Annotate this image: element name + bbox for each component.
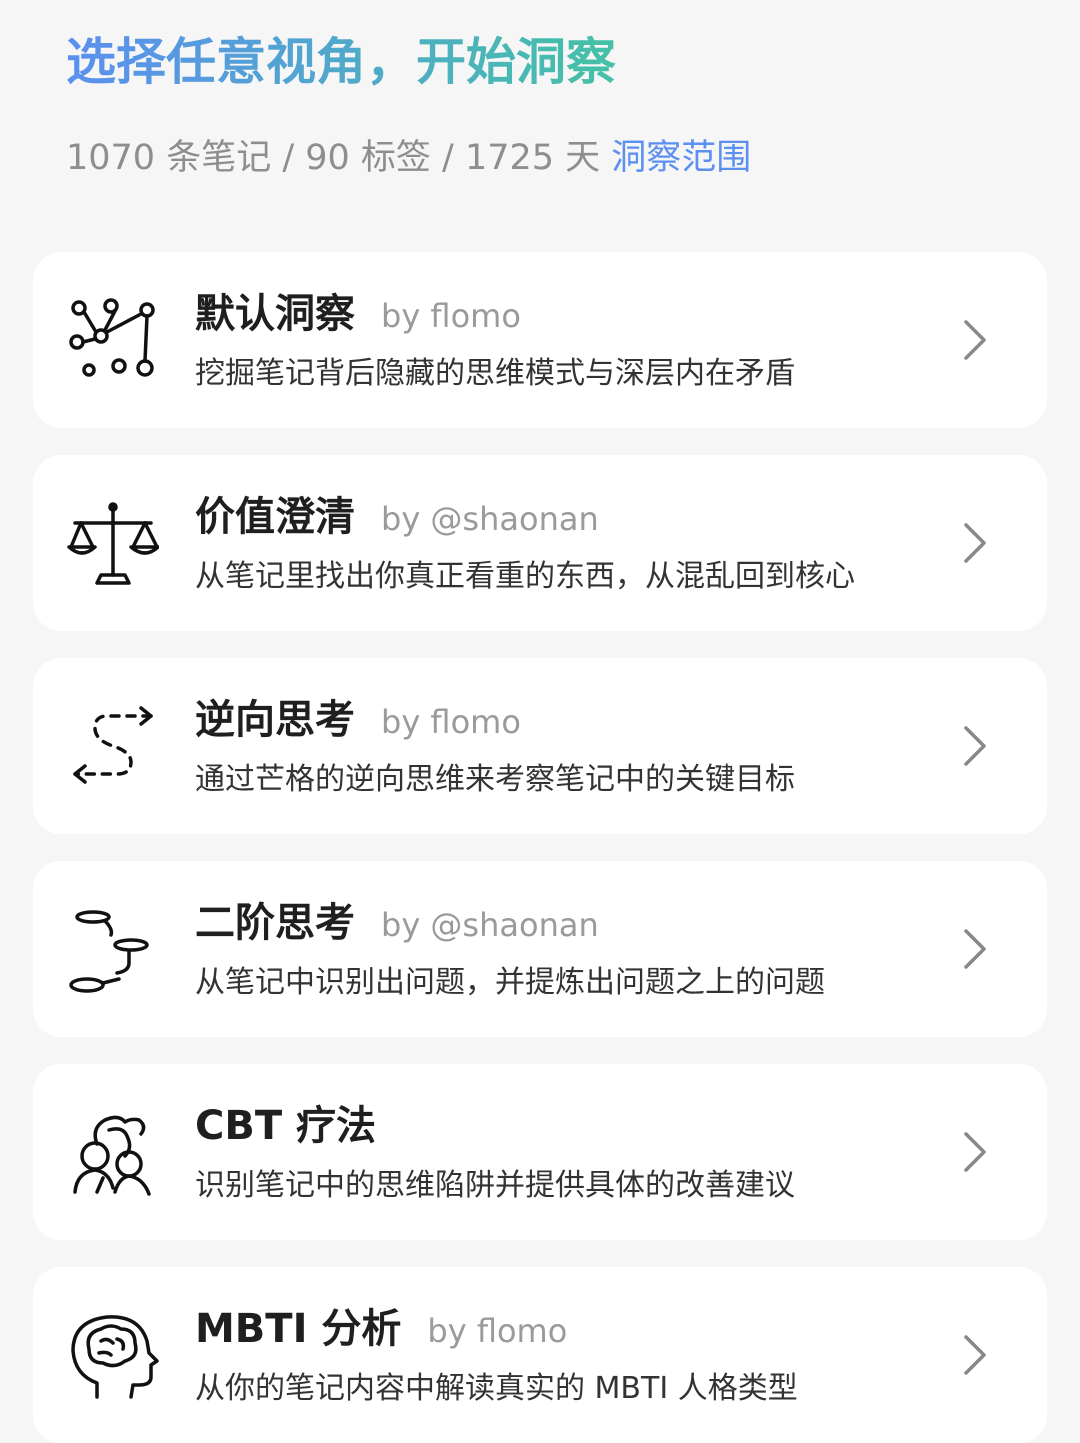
- card-description: 通过芒格的逆向思维来考察笔记中的关键目标: [195, 762, 795, 797]
- chevron-right-icon: [961, 927, 989, 971]
- chevron-right-icon: [961, 318, 989, 362]
- insight-card-cbt[interactable]: CBT 疗法 识别笔记中的思维陷阱并提供具体的改善建议: [33, 1064, 1047, 1240]
- chevron-right-icon: [961, 1130, 989, 1174]
- balance-scale-icon: [67, 499, 159, 591]
- insight-scope-link[interactable]: 洞察范围: [611, 138, 751, 178]
- reverse-path-arrows-icon: [67, 702, 159, 794]
- card-title: 默认洞察: [195, 291, 355, 337]
- stats-summary: 1070 条笔记 / 90 标签 / 1725 天 洞察范围: [66, 134, 751, 182]
- insight-card-default[interactable]: 默认洞察 by flomo 挖掘笔记背后隐藏的思维模式与深层内在矛盾: [33, 252, 1047, 428]
- card-description: 从你的笔记内容中解读真实的 MBTI 人格类型: [195, 1371, 798, 1406]
- card-author: by @shaonan: [381, 500, 599, 538]
- card-description: 从笔记中识别出问题，并提炼出问题之上的问题: [195, 965, 825, 1000]
- chevron-right-icon: [961, 521, 989, 565]
- head-brain-icon: [67, 1311, 159, 1403]
- card-title: MBTI 分析: [195, 1306, 402, 1352]
- stepping-stones-icon: [67, 905, 159, 997]
- insight-card-reverse-thinking[interactable]: 逆向思考 by flomo 通过芒格的逆向思维来考察笔记中的关键目标: [33, 658, 1047, 834]
- card-author: by flomo: [381, 297, 521, 335]
- card-description: 识别笔记中的思维陷阱并提供具体的改善建议: [195, 1168, 795, 1203]
- therapy-people-icon: [67, 1108, 159, 1200]
- insight-card-mbti[interactable]: MBTI 分析 by flomo 从你的笔记内容中解读真实的 MBTI 人格类型: [33, 1267, 1047, 1443]
- card-author: by flomo: [381, 703, 521, 741]
- stats-text: 1070 条笔记 / 90 标签 / 1725 天: [66, 138, 601, 178]
- page-title: 选择任意视角，开始洞察: [66, 28, 616, 96]
- network-nodes-icon: [67, 296, 159, 388]
- card-author: by flomo: [427, 1312, 568, 1350]
- insight-card-value-clarification[interactable]: 价值澄清 by @shaonan 从笔记里找出你真正看重的东西，从混乱回到核心: [33, 455, 1047, 631]
- card-author: by @shaonan: [381, 906, 599, 944]
- card-title: CBT 疗法: [195, 1103, 377, 1149]
- insight-card-second-order[interactable]: 二阶思考 by @shaonan 从笔记中识别出问题，并提炼出问题之上的问题: [33, 861, 1047, 1037]
- card-title: 二阶思考: [195, 900, 355, 946]
- card-description: 从笔记里找出你真正看重的东西，从混乱回到核心: [195, 559, 855, 594]
- card-title: 逆向思考: [195, 697, 355, 743]
- chevron-right-icon: [961, 724, 989, 768]
- chevron-right-icon: [961, 1333, 989, 1377]
- card-description: 挖掘笔记背后隐藏的思维模式与深层内在矛盾: [195, 356, 795, 391]
- card-title: 价值澄清: [195, 494, 355, 540]
